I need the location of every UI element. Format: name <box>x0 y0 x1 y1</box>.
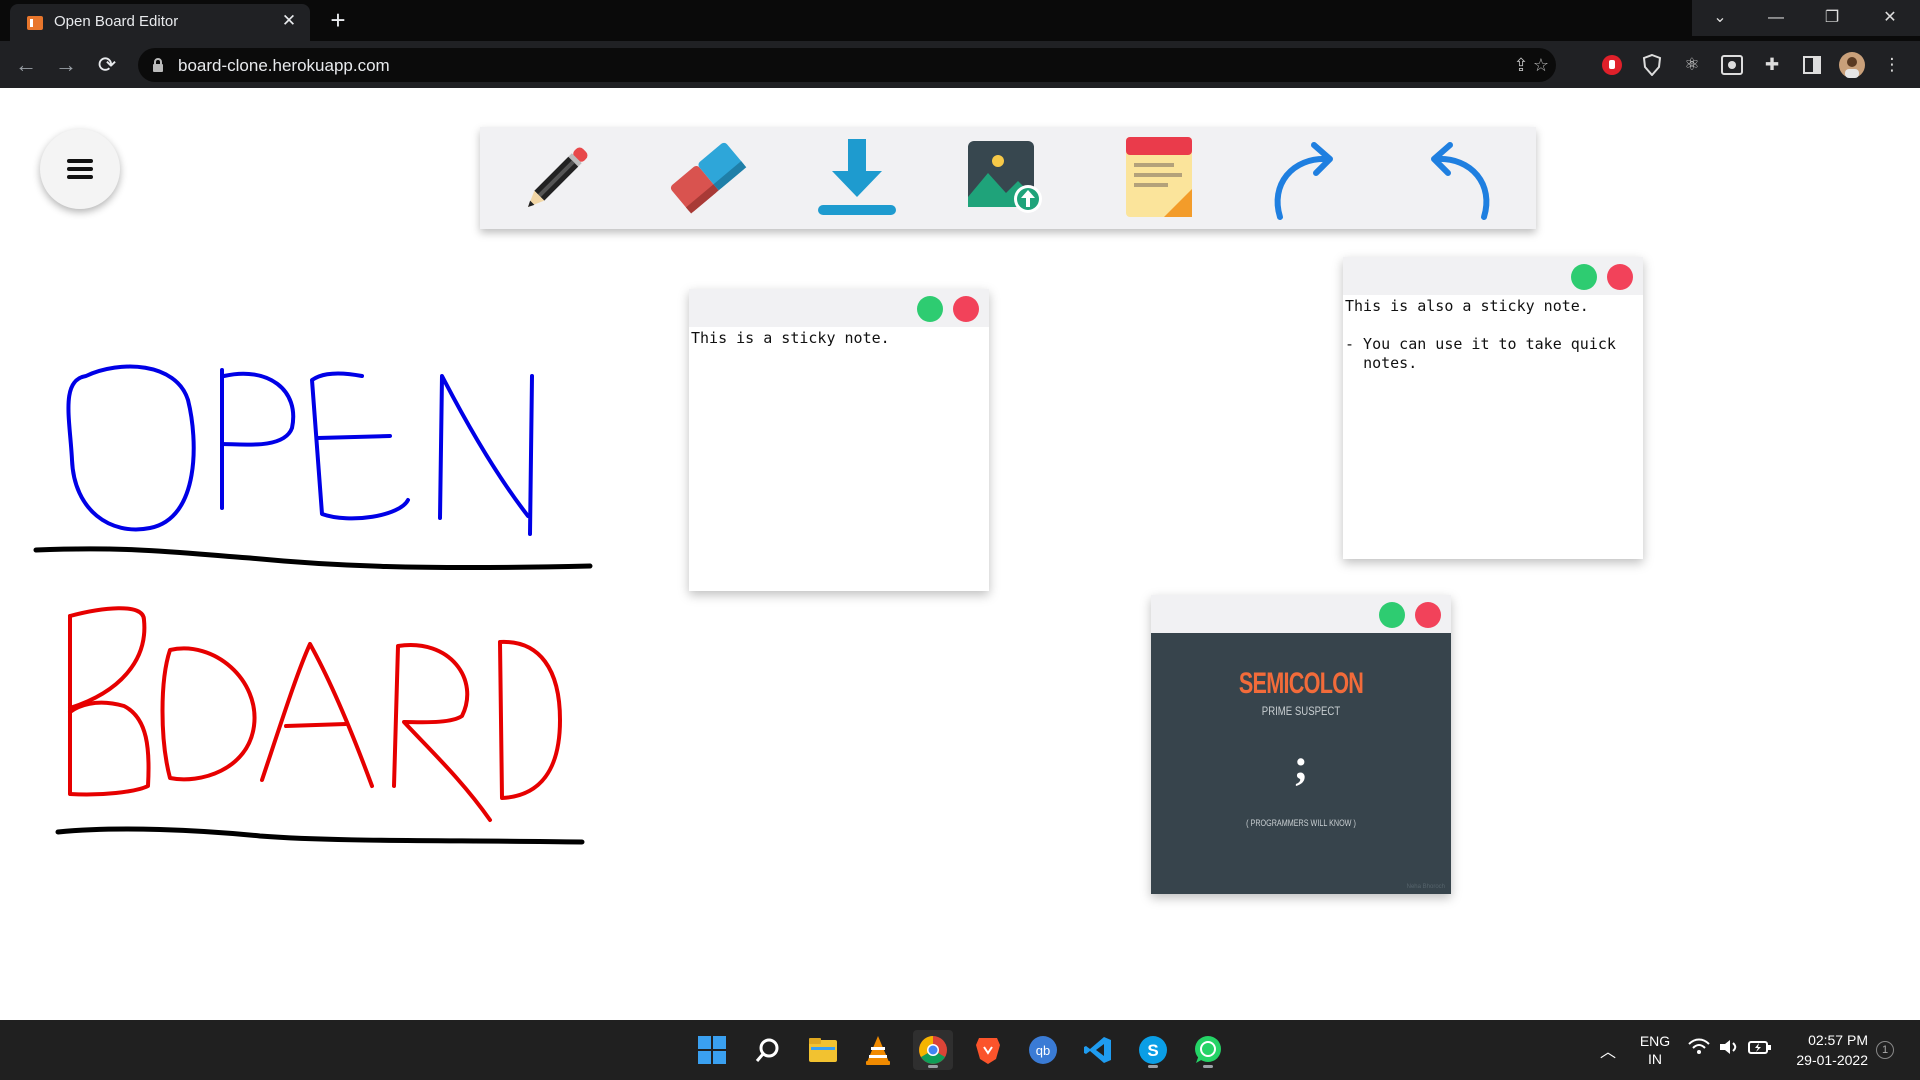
sticky-note-icon <box>1126 137 1192 217</box>
image-title: SEMICOLON <box>1238 667 1364 700</box>
brave-icon[interactable] <box>968 1030 1008 1070</box>
new-tab-button[interactable]: + <box>324 6 352 34</box>
image-note-header[interactable] <box>1151 595 1451 633</box>
restore-button[interactable]: ❐ <box>1804 0 1860 36</box>
address-toolbar: ← → ⟳ board-clone.herokuapp.com ⇪ ☆ ⚛ ✚ <box>0 41 1920 88</box>
uploaded-image: SEMICOLON PRIME SUSPECT ; ( PROGRAMMERS … <box>1151 633 1451 894</box>
tab-close-icon[interactable]: ✕ <box>280 12 298 30</box>
vscode-icon[interactable] <box>1078 1030 1118 1070</box>
close-note-button[interactable] <box>1415 602 1441 628</box>
drawn-text-board <box>68 606 562 822</box>
omnibox[interactable]: board-clone.herokuapp.com ⇪ ☆ <box>138 48 1556 82</box>
download-tool-button[interactable] <box>812 135 902 221</box>
drawn-text-open <box>66 364 534 536</box>
svg-text:qb: qb <box>1036 1043 1050 1058</box>
adblock-extension-icon[interactable] <box>1598 51 1626 79</box>
screen-capture-extension-icon[interactable] <box>1718 51 1746 79</box>
undo-icon <box>1431 142 1490 220</box>
eraser-icon <box>670 142 747 214</box>
drawn-underline <box>55 826 585 845</box>
image-note[interactable]: SEMICOLON PRIME SUSPECT ; ( PROGRAMMERS … <box>1151 595 1451 894</box>
tab-bar: Open Board Editor ✕ + ⌄ — ❐ ✕ <box>0 0 1920 41</box>
close-note-button[interactable] <box>953 296 979 322</box>
close-window-button[interactable]: ✕ <box>1860 0 1920 36</box>
lock-icon <box>153 58 163 72</box>
sticky-note-header[interactable] <box>689 289 989 327</box>
hamburger-line <box>67 159 93 163</box>
clock[interactable]: 02:57 PM 29-01-2022 <box>1780 1030 1868 1070</box>
minimize-note-button[interactable] <box>917 296 943 322</box>
extensions-puzzle-icon[interactable]: ✚ <box>1758 51 1786 79</box>
redo-tool-button[interactable] <box>1262 135 1352 221</box>
start-button[interactable] <box>692 1030 732 1070</box>
sticky-note[interactable]: This is a sticky note. <box>689 289 989 591</box>
undo-tool-button[interactable] <box>1412 135 1502 221</box>
sticky-note[interactable]: This is also a sticky note. - You can us… <box>1343 257 1643 559</box>
redo-icon <box>1274 142 1333 220</box>
file-explorer-icon[interactable] <box>803 1030 843 1070</box>
search-icon[interactable] <box>748 1030 788 1070</box>
browser-menu-icon[interactable]: ⋮ <box>1878 51 1906 79</box>
forward-button[interactable]: → <box>52 51 80 79</box>
wifi-icon[interactable] <box>1688 1038 1710 1059</box>
back-button[interactable]: ← <box>12 51 40 79</box>
minimize-note-button[interactable] <box>1379 602 1405 628</box>
image-caption: ( PROGRAMMERS WILL KNOW ) <box>1246 818 1356 828</box>
close-note-button[interactable] <box>1607 264 1633 290</box>
vlc-icon[interactable] <box>858 1030 898 1070</box>
bookmark-star-icon[interactable]: ☆ <box>1530 54 1552 76</box>
svg-text:S: S <box>1147 1041 1158 1060</box>
sticky-note-header[interactable] <box>1343 257 1643 295</box>
hamburger-line <box>67 175 93 179</box>
hamburger-line <box>67 167 93 171</box>
clock-time: 02:57 PM <box>1808 1032 1868 1048</box>
react-devtools-icon[interactable]: ⚛ <box>1678 51 1706 79</box>
notification-badge[interactable]: 1 <box>1876 1041 1894 1059</box>
minimize-button[interactable]: — <box>1748 0 1804 36</box>
canvas-drawing[interactable] <box>0 340 620 860</box>
language-code: ENG <box>1639 1033 1671 1049</box>
image-credit: Neha Bhoroch <box>1406 884 1445 890</box>
site-favicon-icon <box>27 16 43 30</box>
tab-title: Open Board Editor <box>54 13 179 30</box>
windows-taskbar: qb S ︿ ENG IN 02:57 PM 29-01-2022 1 <box>0 1020 1920 1080</box>
tab-search-icon[interactable]: ⌄ <box>1692 0 1748 36</box>
running-indicator <box>1203 1065 1213 1068</box>
browser-tab[interactable]: Open Board Editor ✕ <box>10 4 310 41</box>
sticky-note-tool-button[interactable] <box>1112 135 1202 221</box>
whatsapp-icon[interactable] <box>1188 1030 1228 1070</box>
reload-button[interactable]: ⟳ <box>93 51 121 79</box>
profile-avatar[interactable] <box>1838 51 1866 79</box>
side-panel-icon[interactable] <box>1798 51 1826 79</box>
share-icon[interactable]: ⇪ <box>1510 54 1532 76</box>
battery-icon[interactable] <box>1748 1038 1772 1059</box>
minimize-note-button[interactable] <box>1571 264 1597 290</box>
qbittorrent-icon[interactable]: qb <box>1023 1030 1063 1070</box>
show-hidden-icons-chevron[interactable]: ︿ <box>1600 1038 1616 1062</box>
drawn-underline <box>33 546 593 571</box>
language-indicator[interactable]: ENG IN <box>1638 1032 1672 1068</box>
pencil-icon <box>528 147 588 207</box>
menu-button[interactable] <box>40 129 120 209</box>
eraser-tool-button[interactable] <box>662 135 752 221</box>
image-upload-tool-button[interactable] <box>962 135 1052 221</box>
tools-panel <box>480 127 1536 229</box>
region-code: IN <box>1648 1051 1662 1067</box>
volume-icon[interactable] <box>1718 1038 1740 1059</box>
sticky-note-text[interactable]: This is a sticky note. <box>691 329 987 589</box>
chrome-icon[interactable] <box>913 1030 953 1070</box>
sticky-note-text[interactable]: This is also a sticky note. - You can us… <box>1345 297 1641 557</box>
image-subtitle: PRIME SUSPECT <box>1261 704 1341 718</box>
brave-shield-extension-icon[interactable] <box>1638 51 1666 79</box>
url-text: board-clone.herokuapp.com <box>178 56 390 75</box>
download-icon <box>818 139 896 215</box>
pencil-tool-button[interactable] <box>512 135 602 221</box>
clock-date: 29-01-2022 <box>1796 1052 1868 1068</box>
running-indicator <box>1148 1065 1158 1068</box>
skype-icon[interactable]: S <box>1133 1030 1173 1070</box>
image-symbol: ; <box>1293 740 1309 789</box>
image-upload-icon <box>968 141 1042 213</box>
active-indicator <box>928 1065 938 1068</box>
